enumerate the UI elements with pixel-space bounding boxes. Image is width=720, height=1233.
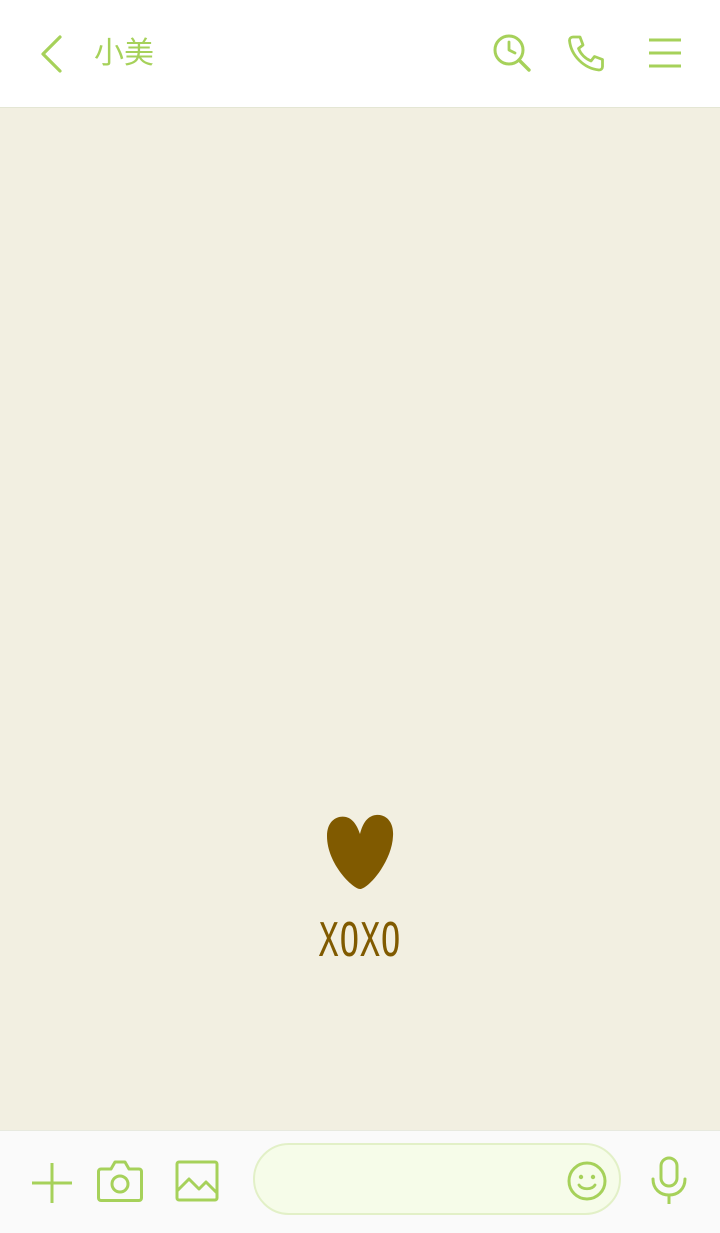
back-button[interactable] [30,30,74,78]
message-input-box[interactable] [253,1143,621,1215]
back-arrow-icon [41,35,62,73]
camera-icon [97,1160,143,1202]
add-button[interactable] [28,1159,76,1207]
chat-area[interactable] [0,108,720,1130]
chat-header: 小美 [0,0,720,108]
search-history-icon [493,34,531,72]
emoji-icon [567,1161,607,1201]
camera-button[interactable] [95,1157,145,1205]
phone-icon [568,35,604,72]
plus-icon [32,1163,72,1203]
microphone-icon [651,1156,687,1204]
composer-bar [0,1130,720,1233]
menu-icon [649,38,681,68]
image-button[interactable] [172,1157,222,1205]
menu-button[interactable] [644,33,686,73]
heart-icon [327,814,394,889]
contact-name: 小美 [94,36,154,71]
call-button[interactable] [564,31,608,75]
sticker-text: XOXO [318,913,402,967]
image-icon [175,1160,219,1202]
microphone-button[interactable] [645,1155,693,1207]
search-button[interactable] [490,31,534,75]
emoji-button[interactable] [565,1159,609,1203]
message-input[interactable] [279,1157,553,1203]
